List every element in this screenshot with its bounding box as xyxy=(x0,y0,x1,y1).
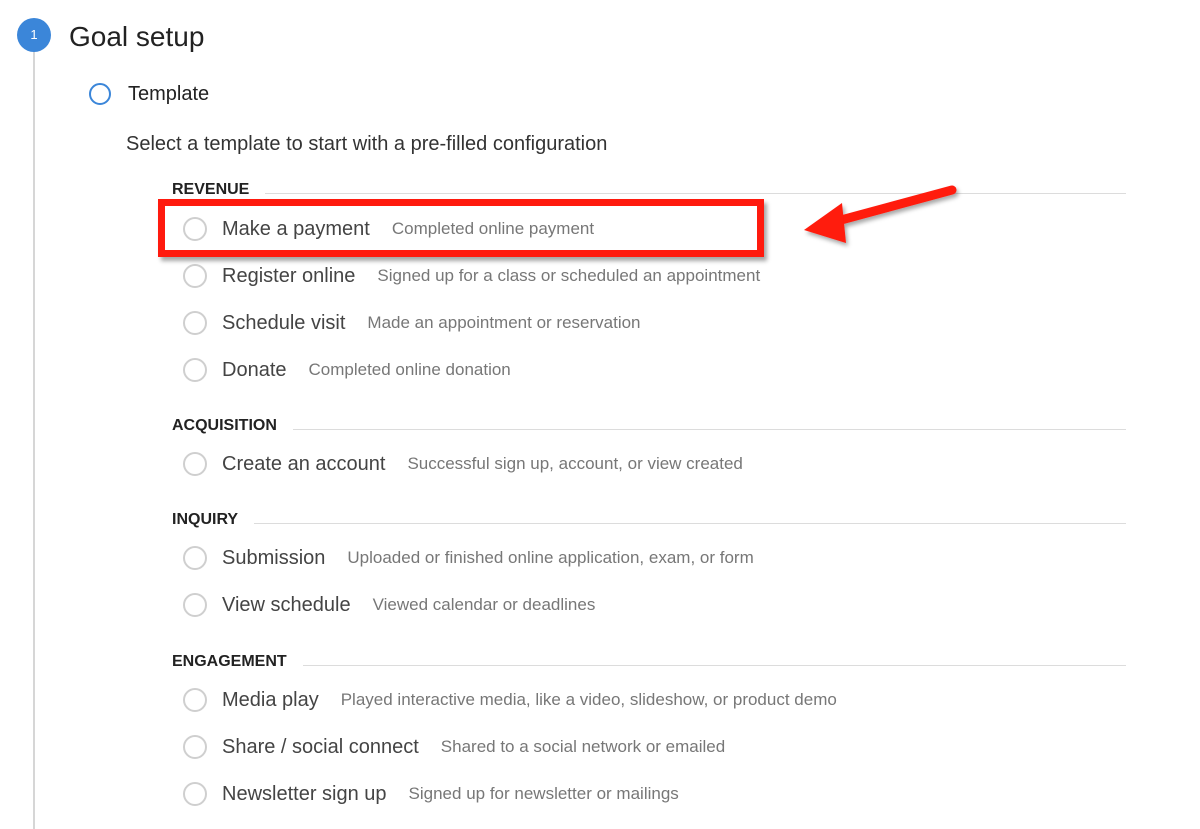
radio-button[interactable] xyxy=(183,358,207,382)
option-name: Donate xyxy=(222,358,287,381)
option-description: Played interactive media, like a video, … xyxy=(340,690,837,709)
option-donate[interactable]: Donate Completed online donation xyxy=(183,355,511,385)
category-header-revenue: REVENUE xyxy=(172,180,1126,200)
radio-button[interactable] xyxy=(183,782,207,806)
option-description: Shared to a social network or emailed xyxy=(440,737,726,756)
option-media-play[interactable]: Media play Played interactive media, lik… xyxy=(183,685,837,715)
step-number-badge: 1 xyxy=(17,18,51,52)
option-description: Uploaded or finished online application,… xyxy=(347,548,754,567)
option-share-social-connect[interactable]: Share / social connect Shared to a socia… xyxy=(183,732,725,762)
template-label: Template xyxy=(128,83,210,105)
option-description: Viewed calendar or deadlines xyxy=(372,595,596,614)
option-submission[interactable]: Submission Uploaded or finished online a… xyxy=(183,543,754,573)
option-name: View schedule xyxy=(222,593,351,616)
option-name: Schedule visit xyxy=(222,311,346,334)
radio-button[interactable] xyxy=(183,546,207,570)
goal-setup-panel: 1 Goal setup Template Select a template … xyxy=(0,0,1200,829)
option-newsletter-sign-up[interactable]: Newsletter sign up Signed up for newslet… xyxy=(183,779,679,809)
step-connector-line xyxy=(33,48,35,829)
option-description: Completed online donation xyxy=(308,360,511,379)
option-name: Media play xyxy=(222,688,319,711)
radio-button[interactable] xyxy=(183,452,207,476)
divider xyxy=(292,428,1126,430)
divider xyxy=(265,192,1126,194)
radio-button[interactable] xyxy=(183,688,207,712)
category-label: ACQUISITION xyxy=(172,417,277,434)
divider xyxy=(254,522,1126,524)
page-title: Goal setup xyxy=(69,21,205,52)
radio-button[interactable] xyxy=(183,593,207,617)
option-name: Register online xyxy=(222,264,356,287)
category-label: REVENUE xyxy=(172,181,250,198)
template-description: Select a template to start with a pre-fi… xyxy=(126,133,608,155)
option-description: Signed up for a class or scheduled an ap… xyxy=(377,266,761,285)
option-name: Submission xyxy=(222,546,326,569)
option-name: Newsletter sign up xyxy=(222,782,387,805)
radio-button[interactable] xyxy=(183,735,207,759)
radio-button[interactable] xyxy=(183,311,207,335)
option-description: Signed up for newsletter or mailings xyxy=(408,784,679,803)
category-label: ENGAGEMENT xyxy=(172,653,287,670)
annotation-highlight-box xyxy=(158,199,764,257)
category-header-acquisition: ACQUISITION xyxy=(172,416,1126,436)
category-header-inquiry: INQUIRY xyxy=(172,510,1126,530)
option-schedule-visit[interactable]: Schedule visit Made an appointment or re… xyxy=(183,308,641,338)
option-name: Create an account xyxy=(222,452,386,475)
annotation-arrow-icon xyxy=(804,185,957,243)
option-create-an-account[interactable]: Create an account Successful sign up, ac… xyxy=(183,449,743,479)
template-radio[interactable] xyxy=(89,83,111,105)
category-header-engagement: ENGAGEMENT xyxy=(172,652,1126,672)
option-view-schedule[interactable]: View schedule Viewed calendar or deadlin… xyxy=(183,590,595,620)
radio-button[interactable] xyxy=(183,264,207,288)
divider xyxy=(302,664,1126,666)
option-name: Share / social connect xyxy=(222,735,419,758)
option-description: Made an appointment or reservation xyxy=(367,313,641,332)
option-register-online[interactable]: Register online Signed up for a class or… xyxy=(183,261,760,291)
category-label: INQUIRY xyxy=(172,511,239,528)
option-description: Successful sign up, account, or view cre… xyxy=(407,454,743,473)
